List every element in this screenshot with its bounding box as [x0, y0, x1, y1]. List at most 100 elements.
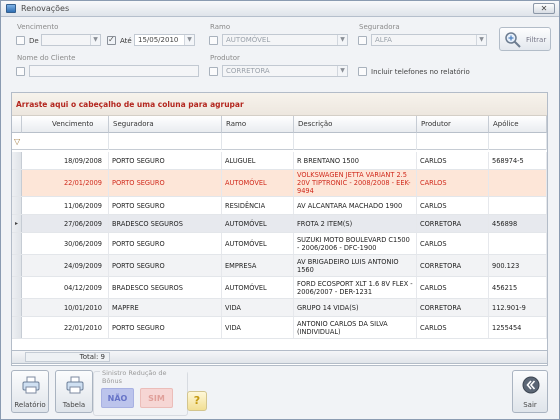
cell-produtor: CORRETORA [417, 299, 489, 316]
chevron-down-icon[interactable]: ▼ [337, 66, 347, 76]
sim-toggle[interactable]: SIM [140, 388, 173, 408]
sair-button[interactable]: Sair [512, 370, 548, 413]
close-button[interactable]: ✕ [533, 3, 555, 14]
relatorio-button[interactable]: Relatório [11, 370, 49, 413]
filter-cell[interactable] [294, 133, 417, 150]
filtrar-button[interactable]: Filtrar [499, 27, 551, 51]
seguradora-combo[interactable]: ALFA ▼ [371, 34, 487, 46]
nome-cliente-label: Nome do Cliente [17, 54, 76, 62]
cell-descricao: GRUPO 14 VIDA(S) [294, 299, 417, 316]
filter-cell[interactable] [109, 133, 222, 150]
help-button[interactable]: ? [187, 391, 207, 411]
row-indicator[interactable] [12, 317, 22, 338]
tabela-button[interactable]: Tabela [55, 370, 93, 413]
cell-apolice [489, 233, 547, 254]
produtor-label: Produtor [210, 54, 240, 62]
chevron-down-icon[interactable]: ▼ [337, 35, 347, 45]
cell-seguradora: MAPFRE [109, 299, 222, 316]
cell-descricao: R BRENTANO 1500 [294, 152, 417, 169]
filter-cell[interactable] [417, 133, 489, 150]
row-indicator-header [12, 116, 22, 133]
cell-seguradora: PORTO SEGURO [109, 317, 222, 338]
nome-cliente-field[interactable] [29, 65, 199, 77]
ate-date-field[interactable]: 15/05/2010 ▼ [134, 34, 195, 46]
chevron-down-icon[interactable]: ▼ [476, 35, 486, 45]
table-row[interactable]: 11/06/2009 PORTO SEGURO RESIDÊNCIA AV AL… [12, 197, 547, 215]
window-title: Renovações [21, 4, 70, 13]
nome-cliente-checkbox[interactable] [16, 67, 25, 76]
row-indicator[interactable] [12, 233, 22, 254]
filter-cell[interactable] [222, 133, 294, 150]
row-indicator[interactable] [12, 197, 22, 214]
cell-descricao: FORD ECOSPORT XLT 1.6 8V FLEX - 2006/200… [294, 277, 417, 298]
filter-funnel-icon[interactable]: ▽ [14, 137, 20, 146]
table-row[interactable]: 18/09/2008 PORTO SEGURO ALUGUEL R BRENTA… [12, 152, 547, 170]
de-date-field[interactable]: ▼ [41, 34, 101, 46]
filter-cell[interactable] [489, 133, 547, 150]
cell-seguradora: PORTO SEGURO [109, 197, 222, 214]
cell-vencimento: 18/09/2008 [22, 152, 109, 169]
table-row[interactable]: 10/01/2010 MAPFRE VIDA GRUPO 14 VIDA(S) … [12, 299, 547, 317]
row-indicator[interactable] [12, 255, 22, 276]
cell-seguradora: PORTO SEGURO [109, 233, 222, 254]
current-row-arrow-icon[interactable]: ▸ [12, 215, 22, 232]
cell-ramo: AUTOMÓVEL [222, 277, 294, 298]
column-header-produtor[interactable]: Produtor [417, 116, 489, 133]
row-indicator[interactable] [12, 170, 22, 196]
title-bar[interactable]: Renovações ✕ [1, 1, 559, 17]
incluir-telefones-checkbox[interactable] [358, 67, 367, 76]
row-indicator[interactable] [12, 277, 22, 298]
column-header-descricao[interactable]: Descrição [294, 116, 417, 133]
cell-produtor: CARLOS [417, 197, 489, 214]
table-row[interactable]: 04/12/2009 BRADESCO SEGUROS AUTOMÓVEL FO… [12, 277, 547, 299]
cell-vencimento: 24/09/2009 [22, 255, 109, 276]
cell-apolice: 456215 [489, 277, 547, 298]
seguradora-checkbox[interactable] [358, 36, 367, 45]
ramo-combo[interactable]: AUTOMÓVEL ▼ [222, 34, 348, 46]
printer-icon [22, 376, 40, 394]
chevron-down-icon[interactable]: ▼ [90, 35, 100, 45]
column-header-vencimento[interactable]: Vencimento [22, 116, 109, 133]
de-checkbox[interactable] [16, 36, 25, 45]
magnifier-plus-icon [505, 32, 521, 48]
group-by-area[interactable]: Arraste aqui o cabeçalho de uma coluna p… [12, 93, 547, 116]
cell-apolice: 900.123 [489, 255, 547, 276]
column-header-ramo[interactable]: Ramo [222, 116, 294, 133]
cell-ramo: AUTOMÓVEL [222, 170, 294, 196]
cell-vencimento: 30/06/2009 [22, 233, 109, 254]
cell-produtor: CORRETORA [417, 215, 489, 232]
cell-descricao: SUZUKI MOTO BOULEVARD C1500 - 2006/2006 … [294, 233, 417, 254]
cell-vencimento: 04/12/2009 [22, 277, 109, 298]
bonus-group-title: Sinistro Redução de Bônus [100, 369, 187, 385]
table-row[interactable]: 24/09/2009 PORTO SEGURO EMPRESA AV BRIGA… [12, 255, 547, 277]
table-row[interactable]: 22/01/2009 PORTO SEGURO AUTOMÓVEL VOLKSW… [12, 170, 547, 197]
group-by-hint: Arraste aqui o cabeçalho de uma coluna p… [16, 100, 244, 109]
cell-produtor: CARLOS [417, 317, 489, 338]
chevron-down-icon[interactable]: ▼ [184, 35, 194, 45]
ate-checkbox[interactable] [107, 35, 116, 45]
grid-filter-row[interactable]: ▽ [12, 133, 547, 150]
cell-ramo: AUTOMÓVEL [222, 215, 294, 232]
table-row[interactable]: 22/01/2010 PORTO SEGURO VIDA ANTONIO CAR… [12, 317, 547, 339]
produtor-value: CORRETORA [226, 67, 270, 75]
produtor-combo[interactable]: CORRETORA ▼ [222, 65, 348, 77]
de-label: De [29, 37, 39, 45]
cell-seguradora: BRADESCO SEGUROS [109, 215, 222, 232]
table-row[interactable]: 30/06/2009 PORTO SEGURO AUTOMÓVEL SUZUKI… [12, 233, 547, 255]
cell-seguradora: BRADESCO SEGUROS [109, 277, 222, 298]
cell-vencimento: 27/06/2009 [22, 215, 109, 232]
cell-apolice [489, 197, 547, 214]
cell-seguradora: PORTO SEGURO [109, 170, 222, 196]
nao-toggle[interactable]: NÃO [101, 388, 134, 408]
cell-produtor: CARLOS [417, 152, 489, 169]
row-indicator[interactable] [12, 152, 22, 169]
filter-cell[interactable] [22, 133, 109, 150]
ramo-checkbox[interactable] [209, 36, 218, 45]
column-header-seguradora[interactable]: Seguradora [109, 116, 222, 133]
cell-descricao: AV ALCANTARA MACHADO 1900 [294, 197, 417, 214]
row-indicator[interactable] [12, 299, 22, 316]
renovacoes-window: Renovações ✕ Vencimento De ▼ Até 15/05/2… [0, 0, 560, 420]
produtor-checkbox[interactable] [209, 67, 218, 76]
table-row[interactable]: ▸ 27/06/2009 BRADESCO SEGUROS AUTOMÓVEL … [12, 215, 547, 233]
column-header-apolice[interactable]: Apólice [489, 116, 547, 133]
